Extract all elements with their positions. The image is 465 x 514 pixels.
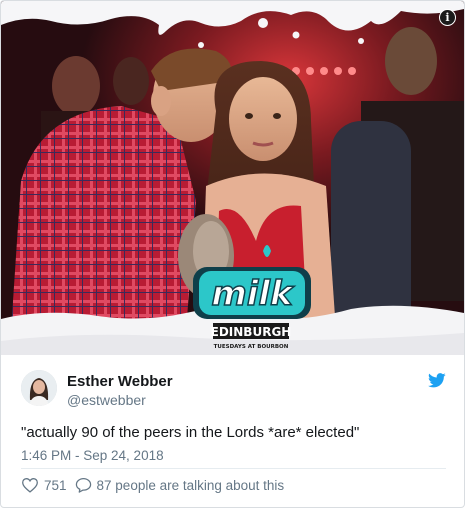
tweet-actions: 751 87 people are talking about this: [21, 475, 284, 495]
talking-about-text: 87 people are talking about this: [96, 477, 285, 493]
avatar[interactable]: [21, 370, 57, 406]
like-count: 751: [44, 477, 67, 493]
logo-city: EDINBURGH: [211, 325, 292, 339]
author-display-name[interactable]: Esther Webber: [67, 373, 173, 390]
tweet-timestamp[interactable]: 1:46 PM - Sep 24, 2018: [21, 448, 164, 463]
like-button[interactable]: 751: [21, 477, 75, 493]
divider: [21, 468, 446, 469]
nightclub-photo: milk EDINBURGH TUESDAYS AT BOURBON: [1, 1, 464, 355]
heart-icon: [22, 478, 38, 493]
tweet-author[interactable]: Esther Webber @estwebber: [21, 367, 446, 411]
twitter-bird-icon[interactable]: [428, 373, 446, 388]
avatar-photo: [21, 370, 57, 406]
tweet-media-image[interactable]: milk EDINBURGH TUESDAYS AT BOURBON i: [1, 1, 464, 355]
logo-text: milk: [211, 274, 295, 314]
speech-bubble-icon: [75, 477, 91, 493]
conversation-link[interactable]: 87 people are talking about this: [75, 477, 285, 493]
info-icon[interactable]: i: [439, 9, 456, 26]
author-handle[interactable]: @estwebber: [67, 392, 146, 408]
tweet-text: "actually 90 of the peers in the Lords *…: [21, 424, 360, 441]
logo-tagline: TUESDAYS AT BOURBON: [214, 344, 289, 350]
embedded-tweet-card: milk EDINBURGH TUESDAYS AT BOURBON i Est…: [0, 0, 465, 508]
